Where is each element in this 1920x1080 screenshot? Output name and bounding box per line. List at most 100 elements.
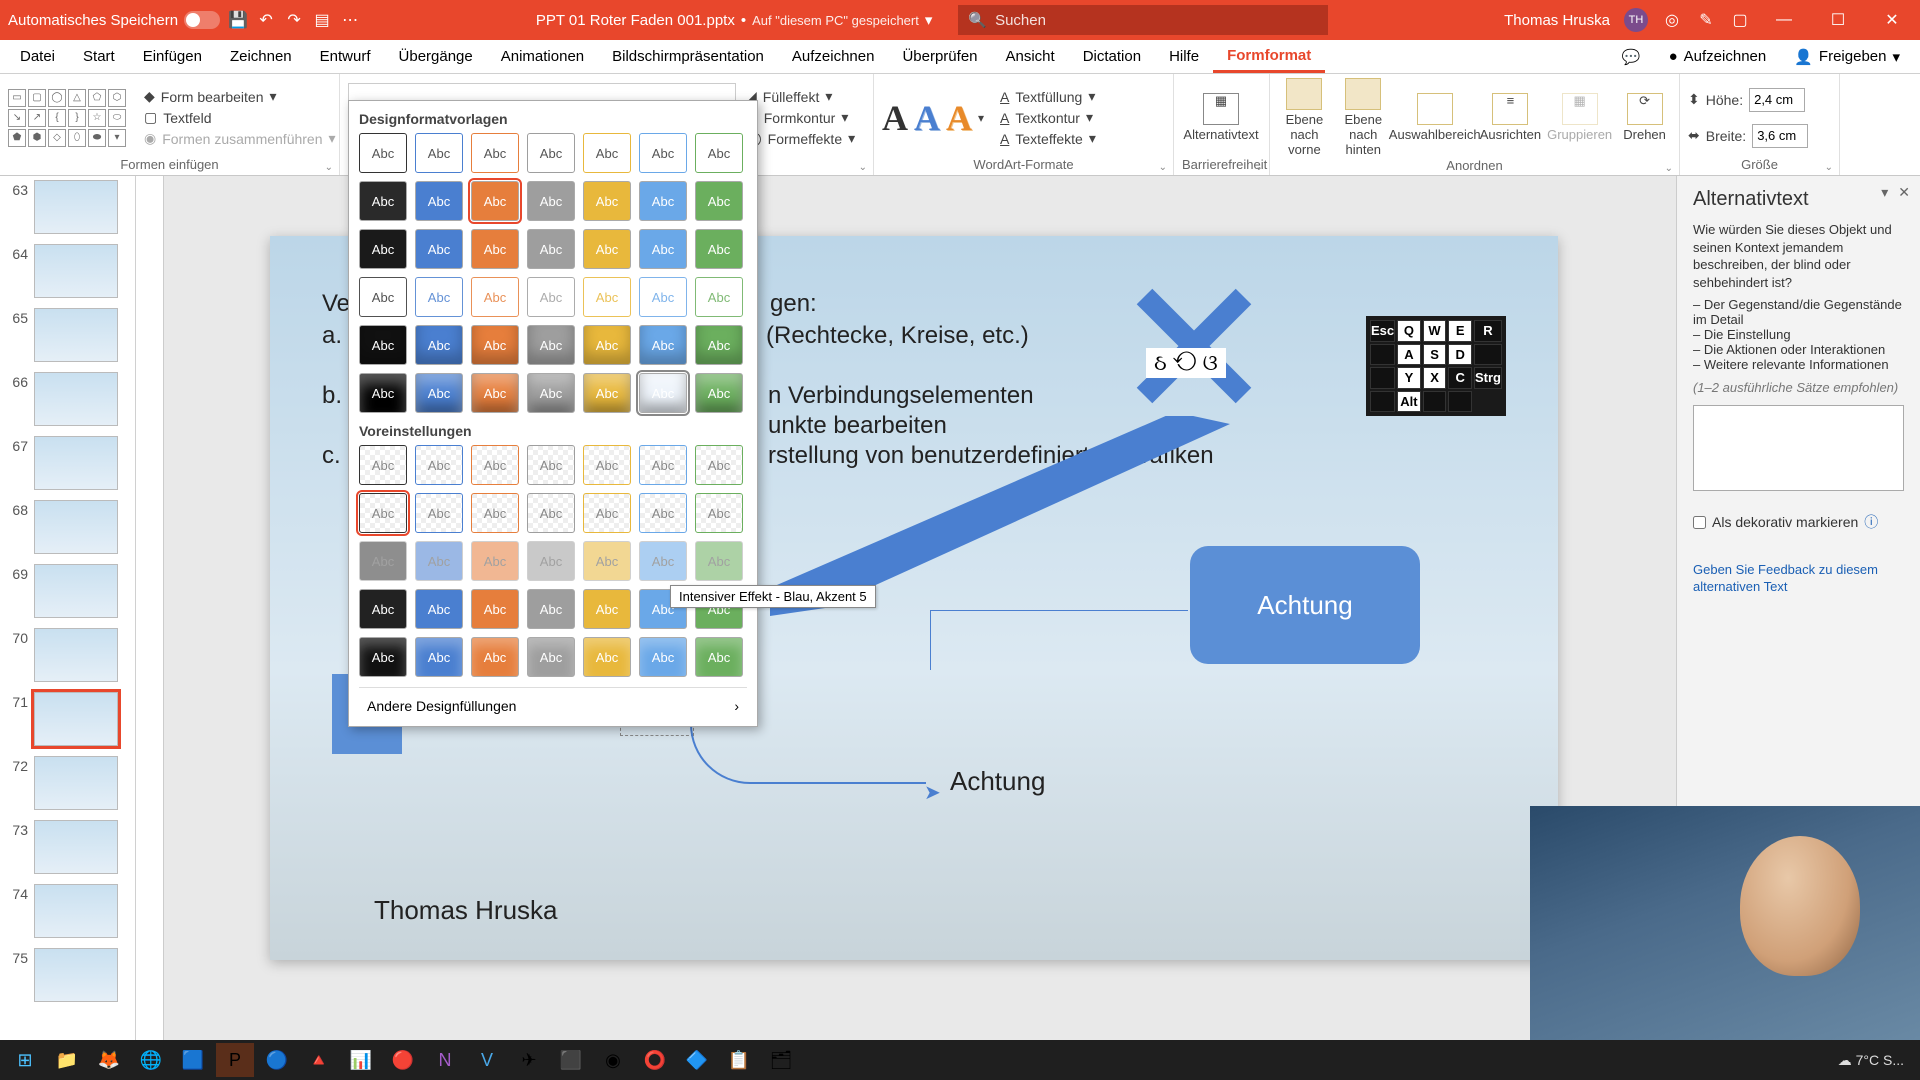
thumb-70[interactable]: [34, 628, 118, 682]
style-swatch[interactable]: Abc: [695, 277, 743, 317]
outline-button[interactable]: ✎ Formkontur ▾: [742, 108, 859, 127]
style-swatch[interactable]: Abc: [527, 229, 575, 269]
style-swatch[interactable]: Abc: [639, 637, 687, 677]
search-box[interactable]: 🔍: [958, 5, 1328, 35]
tab-einfuegen[interactable]: Einfügen: [129, 40, 216, 73]
tb-app3[interactable]: 🔴: [384, 1043, 422, 1077]
tb-app4[interactable]: ⬛: [552, 1043, 590, 1077]
style-swatch[interactable]: Abc: [415, 229, 463, 269]
thumb-69[interactable]: [34, 564, 118, 618]
style-swatch[interactable]: Abc: [527, 445, 575, 485]
thumb-66[interactable]: [34, 372, 118, 426]
style-swatch[interactable]: Abc: [359, 373, 407, 413]
tab-dictation[interactable]: Dictation: [1069, 40, 1155, 73]
tab-hilfe[interactable]: Hilfe: [1155, 40, 1213, 73]
tab-datei[interactable]: Datei: [6, 40, 69, 73]
style-swatch[interactable]: Abc: [583, 325, 631, 365]
style-swatch[interactable]: Abc: [583, 493, 631, 533]
style-swatch[interactable]: Abc: [527, 277, 575, 317]
style-swatch[interactable]: Abc: [695, 445, 743, 485]
style-swatch[interactable]: Abc: [695, 229, 743, 269]
style-swatch[interactable]: Abc: [639, 373, 687, 413]
style-swatch[interactable]: Abc: [695, 637, 743, 677]
style-swatch[interactable]: Abc: [583, 181, 631, 221]
style-swatch[interactable]: Abc: [695, 541, 743, 581]
windows-taskbar[interactable]: ⊞ 📁 🦊 🌐 🟦 P 🔵 🔺 📊 🔴 N V ✈ ⬛ ◉ ⭕ 🔷 📋 🗂 ☁ …: [0, 1040, 1920, 1080]
style-swatch[interactable]: Abc: [639, 325, 687, 365]
tb-powerpoint[interactable]: P: [216, 1043, 254, 1077]
tb-onenote[interactable]: N: [426, 1043, 464, 1077]
redo-icon[interactable]: ↷: [284, 10, 304, 30]
tb-telegram[interactable]: ✈: [510, 1043, 548, 1077]
style-swatch[interactable]: Abc: [695, 373, 743, 413]
tb-app6[interactable]: ⭕: [636, 1043, 674, 1077]
weather-widget[interactable]: ☁ 7°C S...: [1838, 1052, 1904, 1069]
style-swatch[interactable]: Abc: [415, 277, 463, 317]
thumb-72[interactable]: [34, 756, 118, 810]
send-backward-button[interactable]: Ebene nach hinten: [1337, 78, 1390, 158]
tb-vscode[interactable]: V: [468, 1043, 506, 1077]
style-swatch[interactable]: Abc: [583, 373, 631, 413]
wordart-a2[interactable]: A: [914, 97, 940, 139]
tab-bildschirm[interactable]: Bildschirmpräsentation: [598, 40, 778, 73]
shape-x[interactable]: [1124, 276, 1264, 416]
style-swatch[interactable]: Abc: [527, 493, 575, 533]
style-swatch[interactable]: Abc: [471, 637, 519, 677]
tb-app7[interactable]: 🔷: [678, 1043, 716, 1077]
style-swatch[interactable]: Abc: [695, 325, 743, 365]
effects-button[interactable]: ◯ Formeffekte ▾: [742, 129, 859, 148]
style-swatch[interactable]: Abc: [471, 277, 519, 317]
style-swatch[interactable]: Abc: [471, 229, 519, 269]
style-swatch[interactable]: Abc: [583, 277, 631, 317]
fill-button[interactable]: ◢ Fülleffekt ▾: [742, 87, 859, 106]
designer-icon[interactable]: ✎: [1696, 10, 1716, 30]
style-swatch[interactable]: Abc: [639, 445, 687, 485]
tab-start[interactable]: Start: [69, 40, 129, 73]
textbox-button[interactable]: ▢ Textfeld: [140, 108, 340, 127]
shapes-gallery[interactable]: ▭▢◯△⬠⬡ ↘↗{}☆⬭ ⬟⬢◇⬯⬬▾: [8, 89, 126, 147]
style-swatch[interactable]: Abc: [415, 589, 463, 629]
style-swatch[interactable]: Abc: [471, 445, 519, 485]
thumb-67[interactable]: [34, 436, 118, 490]
style-swatch[interactable]: Abc: [359, 181, 407, 221]
style-swatch[interactable]: Abc: [359, 229, 407, 269]
style-swatch[interactable]: Abc: [695, 181, 743, 221]
thumb-65[interactable]: [34, 308, 118, 362]
style-swatch[interactable]: Abc: [695, 133, 743, 173]
style-swatch[interactable]: Abc: [359, 493, 407, 533]
thumb-63[interactable]: [34, 180, 118, 234]
save-icon[interactable]: 💾: [228, 10, 248, 30]
tb-chrome[interactable]: 🌐: [132, 1043, 170, 1077]
close-button[interactable]: ✕: [1872, 10, 1912, 30]
style-swatch[interactable]: Abc: [359, 133, 407, 173]
tb-app5[interactable]: ◉: [594, 1043, 632, 1077]
tb-app2[interactable]: 📊: [342, 1043, 380, 1077]
style-swatch[interactable]: Abc: [639, 229, 687, 269]
minimize-button[interactable]: —: [1764, 11, 1804, 29]
style-swatch[interactable]: Abc: [471, 373, 519, 413]
undo-icon[interactable]: ↶: [256, 10, 276, 30]
thumb-68[interactable]: [34, 500, 118, 554]
style-swatch[interactable]: Abc: [359, 589, 407, 629]
feedback-link[interactable]: Geben Sie Feedback zu diesem alternative…: [1693, 562, 1904, 596]
style-swatch[interactable]: Abc: [527, 637, 575, 677]
style-swatch[interactable]: Abc: [471, 541, 519, 581]
style-swatch[interactable]: Abc: [471, 589, 519, 629]
connector-1[interactable]: [930, 610, 1188, 670]
tab-uebergaenge[interactable]: Übergänge: [385, 40, 487, 73]
text-outline-button[interactable]: A Textkontur ▾: [996, 108, 1100, 127]
more-icon[interactable]: ⋯: [340, 10, 360, 30]
style-swatch[interactable]: Abc: [471, 181, 519, 221]
tab-formformat[interactable]: Formformat: [1213, 40, 1325, 73]
style-swatch[interactable]: Abc: [639, 277, 687, 317]
style-swatch[interactable]: Abc: [415, 541, 463, 581]
style-swatch[interactable]: Abc: [527, 325, 575, 365]
tab-zeichnen[interactable]: Zeichnen: [216, 40, 306, 73]
pane-dropdown-icon[interactable]: ▾: [1881, 184, 1888, 201]
tab-ueberpruefen[interactable]: Überprüfen: [888, 40, 991, 73]
tb-explorer[interactable]: 📁: [48, 1043, 86, 1077]
style-swatch[interactable]: Abc: [639, 181, 687, 221]
style-swatch[interactable]: Abc: [415, 493, 463, 533]
style-swatch[interactable]: Abc: [583, 445, 631, 485]
rotate-button[interactable]: ⟳Drehen: [1618, 93, 1671, 143]
